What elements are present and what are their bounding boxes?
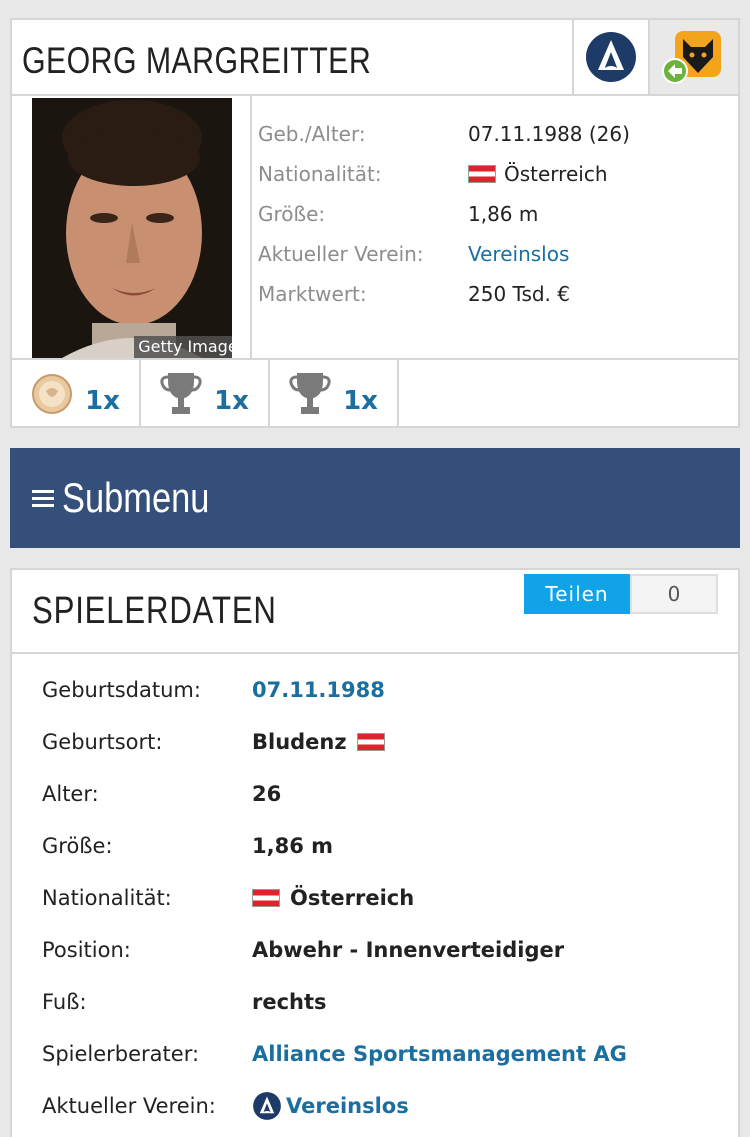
- trophy-count: 1x: [214, 386, 249, 416]
- data-label: Position:: [42, 938, 131, 962]
- info-label: Aktueller Verein:: [258, 242, 424, 266]
- data-value: 26: [252, 782, 282, 806]
- data-value-wrap: Österreich: [252, 886, 414, 910]
- austria-flag-icon: [356, 733, 385, 751]
- current-club-logo-link[interactable]: [572, 20, 648, 94]
- vereinslos-logo-icon: [586, 32, 636, 82]
- data-row-height: Größe: 1,86 m: [42, 820, 627, 872]
- info-label: Größe:: [258, 202, 326, 226]
- info-label: Marktwert:: [258, 282, 367, 306]
- data-row-age: Alter: 26: [42, 768, 627, 820]
- data-label: Geburtsdatum:: [42, 678, 201, 702]
- vereinslos-logo-icon: [253, 1092, 281, 1120]
- data-row-position: Position: Abwehr - Innenverteidiger: [42, 924, 627, 976]
- data-value: Österreich: [290, 886, 415, 910]
- data-label: Spielerberater:: [42, 1042, 200, 1066]
- data-row-birthplace: Geburtsort: Bludenz: [42, 716, 627, 768]
- trophy-item[interactable]: 1x: [12, 360, 141, 428]
- info-value: 250 Tsd. €: [468, 282, 570, 306]
- data-value-wrap[interactable]: Vereinslos: [252, 1091, 409, 1121]
- info-row-market-value: Marktwert: 250 Tsd. €: [258, 274, 630, 314]
- data-value: rechts: [252, 990, 327, 1014]
- player-info-table: Geb./Alter: 07.11.1988 (26) Nationalität…: [258, 114, 630, 314]
- data-label: Alter:: [42, 782, 99, 806]
- section-title: SPIELERDATEN: [32, 590, 277, 632]
- birthdate-link[interactable]: 07.11.1988: [252, 678, 385, 702]
- data-label: Fuß:: [42, 990, 87, 1014]
- info-label: Nationalität:: [258, 162, 382, 186]
- share-count: 0: [630, 574, 718, 614]
- data-row-agent: Spielerberater: Alliance Sportsmanagemen…: [42, 1028, 627, 1080]
- player-name: GEORG MARGREITTER: [22, 40, 372, 81]
- submenu-button[interactable]: Submenu: [10, 448, 740, 548]
- player-data-list: Geburtsdatum: 07.11.1988 Geburtsort: Blu…: [42, 664, 627, 1132]
- last-club-logo-link[interactable]: [648, 20, 738, 94]
- current-club-link[interactable]: Vereinslos: [286, 1094, 409, 1118]
- data-row-current-club: Aktueller Verein: Vereinslos: [42, 1080, 627, 1132]
- info-value-wrap: Österreich: [468, 162, 608, 186]
- data-value-wrap: Bludenz: [252, 730, 385, 754]
- divider: [250, 96, 252, 358]
- info-value: 07.11.1988 (26): [468, 122, 630, 146]
- trophy-count: 1x: [343, 386, 378, 416]
- share-button[interactable]: Teilen: [524, 574, 630, 614]
- player-data-card: SPIELERDATEN Teilen 0 Geburtsdatum: 07.1…: [10, 568, 740, 1137]
- info-row-club: Aktueller Verein: Vereinslos: [258, 234, 630, 274]
- info-row-birth: Geb./Alter: 07.11.1988 (26): [258, 114, 630, 154]
- player-portrait-image: [32, 98, 232, 358]
- data-value: Abwehr - Innenverteidiger: [252, 938, 565, 962]
- agent-link[interactable]: Alliance Sportsmanagement AG: [252, 1042, 627, 1066]
- player-photo: Getty Images: [32, 98, 232, 358]
- trophy-icon: [160, 373, 202, 414]
- data-row-nationality: Nationalität: Österreich: [42, 872, 627, 924]
- info-value: 1,86 m: [468, 202, 539, 226]
- trophy-row: 1x 1x 1x: [12, 358, 738, 428]
- data-value: Bludenz: [252, 730, 347, 754]
- current-club-link[interactable]: Vereinslos: [468, 242, 569, 266]
- player-data-header: SPIELERDATEN Teilen 0: [12, 570, 738, 654]
- data-row-foot: Fuß: rechts: [42, 976, 627, 1028]
- data-label: Nationalität:: [42, 886, 172, 910]
- austria-flag-icon: [468, 165, 496, 183]
- photo-credit: Getty Images: [134, 336, 232, 358]
- hamburger-menu-icon: [32, 490, 54, 507]
- medal-icon: [32, 374, 73, 414]
- trophy-icon: [289, 373, 331, 414]
- submenu-label: Submenu: [62, 474, 210, 521]
- data-label: Geburtsort:: [42, 730, 163, 754]
- data-row-birthdate: Geburtsdatum: 07.11.1988: [42, 664, 627, 716]
- info-row-nationality: Nationalität: Österreich: [258, 154, 630, 194]
- data-label: Aktueller Verein:: [42, 1094, 216, 1118]
- trophy-item[interactable]: 1x: [141, 360, 270, 428]
- austria-flag-icon: [252, 889, 280, 907]
- data-value: 1,86 m: [252, 834, 334, 858]
- info-row-height: Größe: 1,86 m: [258, 194, 630, 234]
- trophy-item[interactable]: 1x: [270, 360, 399, 428]
- info-value: Österreich: [504, 162, 608, 186]
- trophy-count: 1x: [85, 386, 120, 416]
- player-header-card: GEORG MARGREITTER Getty Imag Geb./Alter:…: [10, 18, 740, 428]
- player-name-row: GEORG MARGREITTER: [12, 20, 738, 96]
- wolves-logo-icon: [662, 31, 721, 84]
- data-label: Größe:: [42, 834, 113, 858]
- info-label: Geb./Alter:: [258, 122, 366, 146]
